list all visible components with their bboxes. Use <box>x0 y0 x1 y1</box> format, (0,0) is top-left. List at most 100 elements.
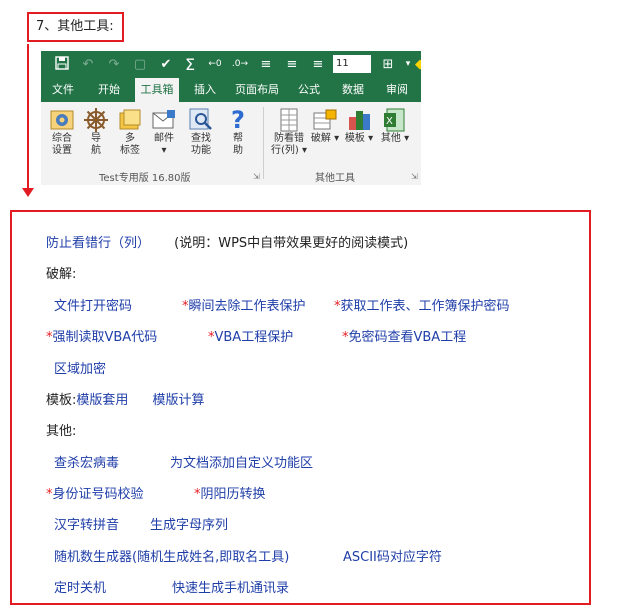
feature-link-remove-sheet-protection[interactable]: 瞬间去除工作表保护 <box>189 299 306 314</box>
lock-sheet-icon <box>313 109 337 130</box>
feature-link-anti-misread[interactable]: 防止看错行（列） <box>46 236 150 251</box>
ship-wheel-icon <box>84 108 108 132</box>
other-tool-button[interactable]: X 其他 ▾ <box>377 107 413 145</box>
autosum-icon[interactable]: Σ <box>181 56 199 73</box>
tab-page-layout[interactable]: 页面布局 <box>233 78 281 102</box>
feature-link-phone-contacts[interactable]: 快速生成手机通讯录 <box>172 581 289 596</box>
feature-link-letter-sequence[interactable]: 生成字母序列 <box>150 518 228 533</box>
group-label-other-tools: 其他工具 <box>315 173 355 184</box>
question-mark-icon: ? <box>231 106 245 134</box>
decrease-decimal-icon[interactable]: .0→ <box>231 56 249 73</box>
template-tool-button[interactable]: 模板 ▾ <box>341 107 377 145</box>
undo-icon[interactable]: ↶ <box>79 56 97 73</box>
feature-link-file-open-password[interactable]: 文件打开密码 <box>54 299 132 314</box>
help-tool-button[interactable]: ? 帮 助 <box>223 107 253 157</box>
annotation-arrow-line <box>27 44 29 191</box>
crack-row-1b: *瞬间去除工作表保护 <box>182 295 306 314</box>
tool-label: 帮 助 <box>233 133 243 156</box>
tool-label: 邮件 ▾ <box>154 133 174 156</box>
feature-link-id-number-check[interactable]: 身份证号码校验 <box>53 487 144 502</box>
feature-link-macro-virus-scan[interactable]: 查杀宏病毒 <box>54 456 119 471</box>
template-label: 模板: <box>46 393 77 408</box>
other-row-4a: 随机数生成器(随机生成姓名,即取名工具) <box>54 546 289 565</box>
paste-icon[interactable]: ▢ <box>131 56 149 73</box>
gear-icon <box>50 110 74 130</box>
crack-row-3: 区域加密 <box>54 358 106 377</box>
multi-tab-tool-button[interactable]: 多 标签 <box>113 107 147 157</box>
feature-link-random-generator[interactable]: 随机数生成器(随机生成姓名,即取名工具) <box>54 550 289 565</box>
feature-link-view-vba-no-password[interactable]: 免密码查看VBA工程 <box>349 330 467 345</box>
excel-book-icon: X <box>384 108 405 132</box>
feature-note: (说明：WPS中自带效果更好的阅读模式) <box>174 236 409 251</box>
other-label: 其他: <box>46 424 77 439</box>
feature-link-timed-shutdown[interactable]: 定时关机 <box>54 581 106 596</box>
find-tool-button[interactable]: 查找 功能 <box>184 107 218 157</box>
ribbon-tabs: 文件 开始 工具箱 插入 页面布局 公式 数据 审阅 <box>41 78 421 102</box>
feature-link-vba-project-protect[interactable]: VBA工程保护 <box>215 330 294 345</box>
tab-file[interactable]: 文件 <box>45 78 81 102</box>
anti-misread-row: 防止看错行（列） (说明：WPS中自带效果更好的阅读模式) <box>46 232 408 251</box>
navigation-tool-button[interactable]: 导 航 <box>79 107 113 157</box>
tool-label: 综合 设置 <box>52 133 72 156</box>
tab-formulas[interactable]: 公式 <box>291 78 327 102</box>
mail-icon <box>152 110 175 129</box>
tab-home[interactable]: 开始 <box>91 78 127 102</box>
align-center-icon[interactable]: ≡ <box>283 56 301 73</box>
group-launcher-icon[interactable]: ⇲ <box>411 172 418 181</box>
anti-misread-tool-button[interactable]: 防看错 行(列) ▾ <box>269 107 309 157</box>
tab-data[interactable]: 数据 <box>335 78 371 102</box>
feature-link-ascii-chars[interactable]: ASCII码对应字符 <box>343 550 442 565</box>
feature-link-template-calc[interactable]: 模版计算 <box>153 393 205 408</box>
tool-label: 查找 功能 <box>191 133 211 156</box>
template-shapes-icon <box>349 111 370 130</box>
mail-tool-button[interactable]: 邮件 ▾ <box>147 107 181 157</box>
tab-insert[interactable]: 插入 <box>187 78 223 102</box>
font-size-input[interactable]: 11 <box>333 55 371 73</box>
tool-label: 破解 ▾ <box>310 133 340 144</box>
crack-row-1: 文件打开密码 <box>54 295 132 314</box>
tool-label: 导 航 <box>91 133 101 156</box>
group-label-test: Test专用版 16.80版 <box>99 173 191 184</box>
feature-link-range-encrypt[interactable]: 区域加密 <box>54 362 106 377</box>
other-row-1b: 为文档添加自定义功能区 <box>170 452 313 471</box>
redo-icon[interactable]: ↷ <box>105 56 123 73</box>
feature-link-custom-ribbon[interactable]: 为文档添加自定义功能区 <box>170 456 313 471</box>
other-row-2a: *身份证号码校验 <box>46 483 144 502</box>
crack-label: 破解: <box>46 267 77 282</box>
quick-access-toolbar: ↶ ↷ ▢ ✔ Σ ←0 .0→ ≡ ≡ ≡ 11 ⊞ ▾ ◆ <box>41 51 421 78</box>
borders-icon[interactable]: ⊞ <box>379 56 397 73</box>
other-row-3b: 生成字母序列 <box>150 514 228 533</box>
format-painter-icon[interactable]: ✔ <box>157 56 175 73</box>
align-left-icon[interactable]: ≡ <box>257 56 275 73</box>
feature-link-get-protection-password[interactable]: 获取工作表、工作簿保护密码 <box>341 299 510 314</box>
group-divider <box>263 107 264 179</box>
template-row: 模板:模版套用 模版计算 <box>46 389 205 408</box>
group-launcher-icon[interactable]: ⇲ <box>253 172 260 181</box>
section-heading-text: 7、其他工具: <box>36 19 114 34</box>
annotation-arrow-head <box>22 188 34 197</box>
other-row-1a: 查杀宏病毒 <box>54 452 119 471</box>
fill-color-icon[interactable]: ◆ <box>411 56 421 73</box>
feature-link-lunar-solar-convert[interactable]: 阴阳历转换 <box>201 487 266 502</box>
tab-review[interactable]: 审阅 <box>379 78 415 102</box>
magnifier-icon <box>189 108 212 130</box>
crack-row-1c: *获取工作表、工作簿保护密码 <box>334 295 510 314</box>
other-row-4b: ASCII码对应字符 <box>343 546 442 565</box>
other-row-5b: 快速生成手机通讯录 <box>172 577 289 596</box>
tab-toolbox[interactable]: 工具箱 <box>135 78 179 102</box>
feature-link-template-apply[interactable]: 模版套用 <box>76 393 128 408</box>
settings-tool-button[interactable]: 综合 设置 <box>45 107 79 157</box>
feature-link-force-read-vba[interactable]: 强制读取VBA代码 <box>53 330 158 345</box>
excel-ribbon: ↶ ↷ ▢ ✔ Σ ←0 .0→ ≡ ≡ ≡ 11 ⊞ ▾ ◆ 文件 开始 工具… <box>41 51 421 185</box>
increase-decimal-icon[interactable]: ←0 <box>206 56 224 73</box>
save-icon[interactable] <box>53 56 71 73</box>
other-row-2b: *阴阳历转换 <box>194 483 266 502</box>
tool-label: 其他 ▾ <box>380 133 410 144</box>
crack-row-2b: *VBA工程保护 <box>208 326 293 345</box>
crack-row-2c: *免密码查看VBA工程 <box>342 326 466 345</box>
feature-list-panel: 防止看错行（列） (说明：WPS中自带效果更好的阅读模式) 破解: 文件打开密码… <box>10 210 591 605</box>
other-row-5a: 定时关机 <box>54 577 106 596</box>
crack-tool-button[interactable]: 破解 ▾ <box>309 107 341 145</box>
align-right-icon[interactable]: ≡ <box>309 56 327 73</box>
feature-link-pinyin[interactable]: 汉字转拼音 <box>54 518 119 533</box>
